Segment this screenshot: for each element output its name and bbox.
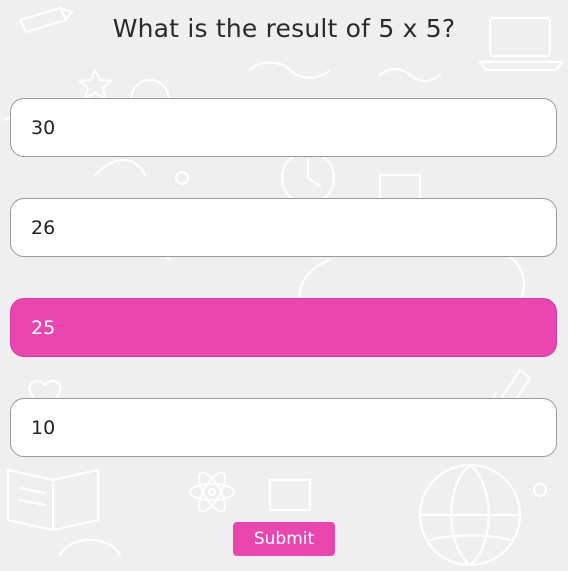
clock-icon xyxy=(280,150,336,206)
atom-icon xyxy=(188,471,236,513)
answer-option-10[interactable]: 10 xyxy=(10,398,557,457)
answer-option-26[interactable]: 26 xyxy=(10,198,557,257)
answer-option-label: 26 xyxy=(31,216,56,239)
answer-option-label: 30 xyxy=(31,116,56,139)
globe-icon xyxy=(418,463,522,567)
star-icon xyxy=(78,68,113,101)
answer-option-25-selected[interactable]: 25 xyxy=(10,298,557,357)
question-text: What is the result of 5 x 5? xyxy=(112,14,456,43)
answer-option-label: 25 xyxy=(31,316,56,339)
doodle-background xyxy=(3,6,564,567)
answer-option-label: 10 xyxy=(31,416,56,439)
book-icon xyxy=(6,468,100,532)
submit-button[interactable]: Submit xyxy=(233,522,335,556)
answer-option-30[interactable]: 30 xyxy=(10,98,557,157)
